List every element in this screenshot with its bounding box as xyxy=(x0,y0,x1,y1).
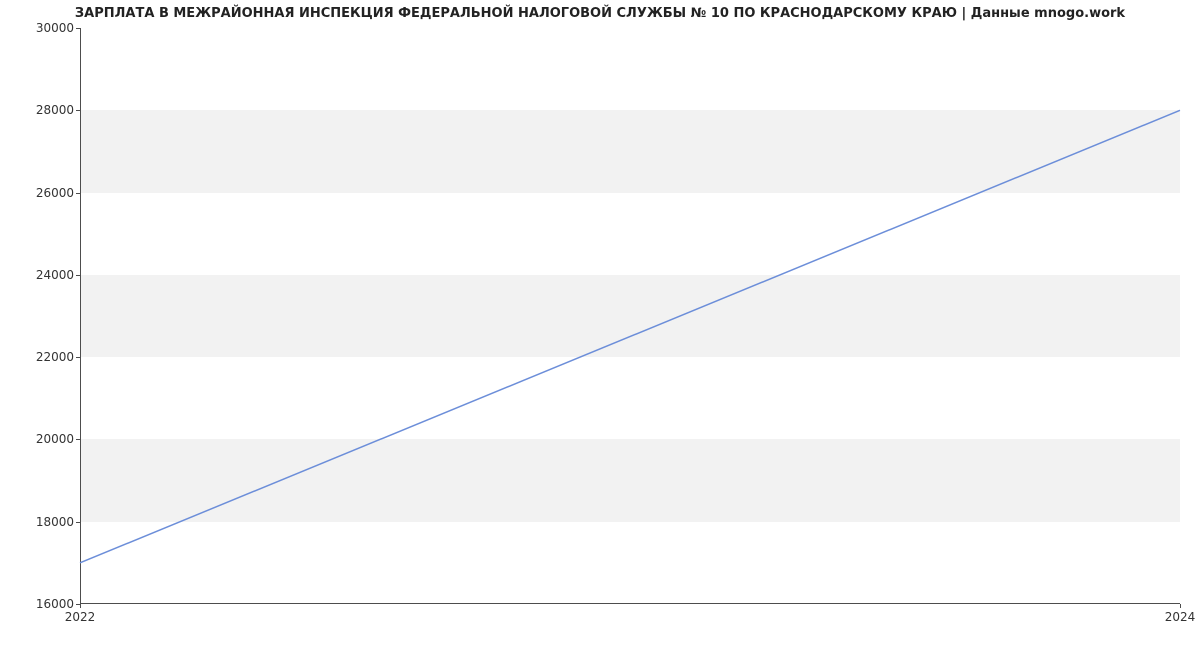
y-tick-label: 22000 xyxy=(4,350,74,364)
line-layer xyxy=(80,28,1180,604)
y-tick-mark xyxy=(76,439,80,440)
y-tick-mark xyxy=(76,193,80,194)
y-tick-mark xyxy=(76,357,80,358)
chart-title: ЗАРПЛАТА В МЕЖРАЙОННАЯ ИНСПЕКЦИЯ ФЕДЕРАЛ… xyxy=(0,6,1200,21)
y-tick-label: 28000 xyxy=(4,103,74,117)
x-tick-label: 2022 xyxy=(65,610,96,624)
y-tick-label: 20000 xyxy=(4,432,74,446)
y-tick-mark xyxy=(76,110,80,111)
y-tick-label: 16000 xyxy=(4,597,74,611)
y-tick-mark xyxy=(76,522,80,523)
y-tick-mark xyxy=(76,28,80,29)
x-tick-mark xyxy=(80,604,81,608)
x-tick-mark xyxy=(1180,604,1181,608)
x-tick-label: 2024 xyxy=(1165,610,1196,624)
line-chart: ЗАРПЛАТА В МЕЖРАЙОННАЯ ИНСПЕКЦИЯ ФЕДЕРАЛ… xyxy=(0,0,1200,650)
y-tick-label: 30000 xyxy=(4,21,74,35)
y-tick-label: 18000 xyxy=(4,515,74,529)
series-line xyxy=(80,110,1180,563)
y-tick-label: 24000 xyxy=(4,268,74,282)
y-tick-label: 26000 xyxy=(4,186,74,200)
y-tick-mark xyxy=(76,275,80,276)
